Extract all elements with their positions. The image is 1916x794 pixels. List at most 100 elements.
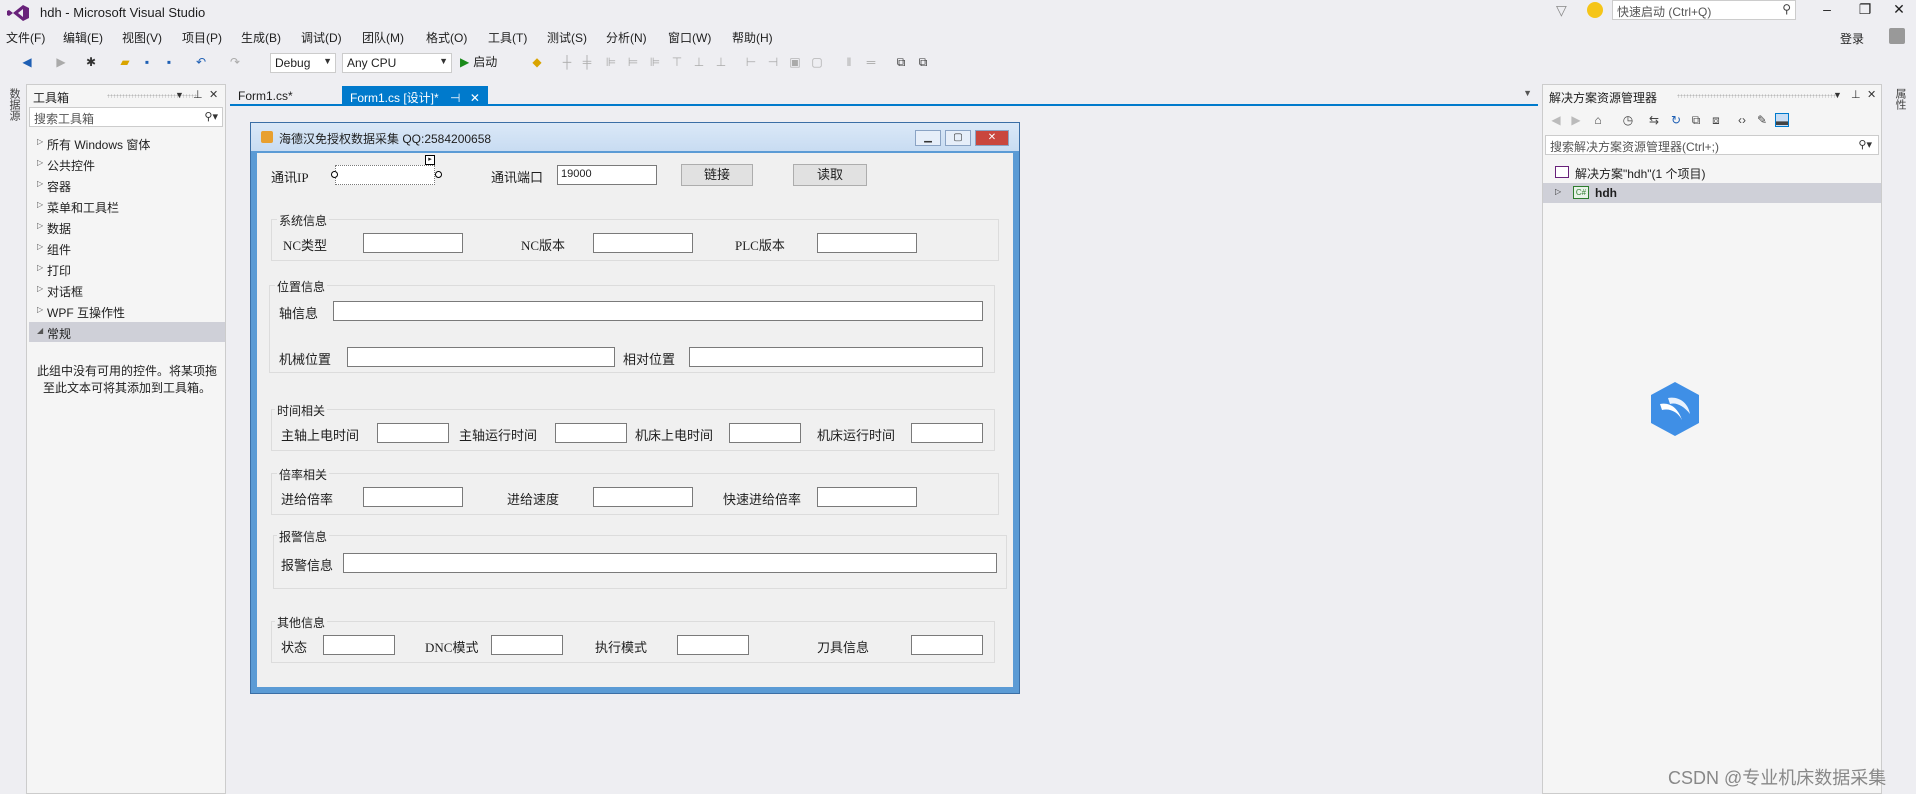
account-icon[interactable]	[1889, 28, 1905, 44]
chevron-down-icon[interactable]: ▼	[1523, 88, 1532, 98]
layout-icon[interactable]: ┼	[560, 55, 574, 69]
start-debugging-button[interactable]: ▶ 启动	[460, 53, 497, 70]
tab-form1-code[interactable]: Form1.cs*	[230, 86, 301, 106]
selection-handle[interactable]	[435, 171, 442, 178]
machine-power-time-input[interactable]	[729, 423, 801, 443]
comm-port-input[interactable]: 19000	[557, 165, 657, 185]
show-all-files-icon[interactable]: ⧈	[1709, 113, 1723, 127]
exec-mode-input[interactable]	[677, 635, 749, 655]
alarm-input[interactable]	[343, 553, 997, 573]
close-button[interactable]: ✕	[1884, 0, 1914, 20]
save-icon[interactable]: ▪	[140, 55, 154, 69]
data-sources-tab[interactable]: 数据源	[6, 88, 22, 121]
notifications-filter-icon[interactable]: ▽	[1556, 2, 1572, 18]
expand-triangle-icon[interactable]: ▷	[1555, 187, 1561, 196]
save-all-icon[interactable]: ▪	[162, 55, 176, 69]
back-icon[interactable]: ◀	[20, 55, 34, 69]
size-to-grid-icon[interactable]: ▣	[788, 55, 802, 69]
menu-format[interactable]: 格式(O)	[426, 29, 467, 46]
pin-icon[interactable]: ⊣	[450, 91, 460, 105]
align-bottom-icon[interactable]: ⊥	[714, 55, 728, 69]
menu-help[interactable]: 帮助(H)	[732, 29, 773, 46]
restore-button[interactable]: ❐	[1850, 0, 1880, 20]
layout-icon[interactable]: ╪	[580, 55, 594, 69]
properties-wrench-icon[interactable]: ✎	[1755, 113, 1769, 127]
menu-build[interactable]: 生成(B)	[241, 29, 281, 46]
close-icon[interactable]: ✕	[209, 88, 218, 101]
send-to-back-icon[interactable]: ⧉	[916, 55, 930, 69]
forward-icon[interactable]: ▶	[1569, 113, 1583, 127]
align-left-icon[interactable]: ⊫	[604, 55, 618, 69]
toolbox-group-common-controls[interactable]: ▷ 公共控件	[29, 154, 225, 174]
menu-file[interactable]: 文件(F)	[6, 29, 45, 46]
toolbox-search-input[interactable]: 搜索工具箱 ⚲▾	[29, 107, 223, 127]
read-button[interactable]: 读取	[793, 164, 867, 186]
machine-run-time-input[interactable]	[911, 423, 983, 443]
relative-pos-input[interactable]	[689, 347, 983, 367]
menu-project[interactable]: 项目(P)	[182, 29, 222, 46]
close-icon[interactable]: ✕	[1867, 88, 1876, 101]
make-same-width-icon[interactable]: ⊢	[744, 55, 758, 69]
pin-icon[interactable]: ⊥	[1851, 88, 1861, 101]
preview-icon[interactable]: ▬	[1775, 113, 1789, 128]
refresh-icon[interactable]: ↻	[1669, 113, 1683, 127]
nc-version-input[interactable]	[593, 233, 693, 253]
menu-tools[interactable]: 工具(T)	[488, 29, 527, 46]
pending-changes-icon[interactable]: ◷	[1621, 113, 1635, 127]
toolbox-group-components[interactable]: ▷ 组件	[29, 238, 225, 258]
align-center-icon[interactable]: ⊨	[626, 55, 640, 69]
chevron-down-icon[interactable]: ▼	[1833, 90, 1842, 100]
configuration-select[interactable]: Debug ▼	[270, 53, 336, 73]
form-maximize-button[interactable]: ▢	[945, 130, 971, 146]
form-minimize-button[interactable]: ▁	[915, 130, 941, 146]
project-node[interactable]: ▷ C# hdh	[1543, 183, 1881, 203]
close-icon[interactable]: ✕	[470, 91, 480, 105]
view-code-icon[interactable]: ‹›	[1735, 113, 1749, 127]
chevron-down-icon[interactable]: ▼	[175, 90, 184, 100]
toolbox-group-all-windows-forms[interactable]: ▷ 所有 Windows 窗体	[29, 133, 225, 153]
toolbox-group-general[interactable]: ◢ 常规	[29, 322, 225, 342]
form-close-button[interactable]: ✕	[975, 130, 1009, 146]
tool-info-input[interactable]	[911, 635, 983, 655]
sync-icon[interactable]: ⇆	[1647, 113, 1661, 127]
login-link[interactable]: 登录	[1840, 30, 1864, 47]
menu-debug[interactable]: 调试(D)	[301, 29, 342, 46]
smart-tag-arrow-icon[interactable]: ▸	[425, 155, 435, 165]
toolbox-group-data[interactable]: ▷ 数据	[29, 217, 225, 237]
comm-ip-input[interactable]	[335, 165, 435, 185]
solution-root-node[interactable]: 解决方案"hdh"(1 个项目)	[1575, 165, 1706, 182]
feed-speed-input[interactable]	[593, 487, 693, 507]
tab-form1-designer[interactable]: Form1.cs [设计]* ⊣ ✕	[342, 86, 488, 106]
machine-pos-input[interactable]	[347, 347, 615, 367]
status-input[interactable]	[323, 635, 395, 655]
dnc-mode-input[interactable]	[491, 635, 563, 655]
feedback-smile-icon[interactable]	[1587, 2, 1603, 18]
rapid-rate-input[interactable]	[817, 487, 917, 507]
toolbox-group-wpf-interop[interactable]: ▷ WPF 互操作性	[29, 301, 225, 321]
vertical-spacing-icon[interactable]: ═	[864, 55, 878, 69]
horizontal-spacing-icon[interactable]: ‖	[842, 55, 856, 69]
spindle-power-time-input[interactable]	[377, 423, 449, 443]
feed-rate-input[interactable]	[363, 487, 463, 507]
menu-test[interactable]: 测试(S)	[547, 29, 587, 46]
collapse-all-icon[interactable]: ⧉	[1689, 113, 1703, 127]
forward-icon[interactable]: ▶	[54, 55, 68, 69]
new-project-icon[interactable]: ✱	[84, 55, 98, 69]
axis-info-input[interactable]	[333, 301, 983, 321]
pin-icon[interactable]: ⊥	[193, 88, 203, 101]
connect-button[interactable]: 链接	[681, 164, 753, 186]
open-file-icon[interactable]: ▰	[118, 55, 132, 69]
toolbox-group-containers[interactable]: ▷ 容器	[29, 175, 225, 195]
align-right-icon[interactable]: ⊫	[648, 55, 662, 69]
make-same-size-icon[interactable]: ▢	[810, 55, 824, 69]
minimize-button[interactable]: –	[1812, 0, 1842, 20]
menu-edit[interactable]: 编辑(E)	[63, 29, 103, 46]
menu-window[interactable]: 窗口(W)	[668, 29, 711, 46]
align-top-icon[interactable]: ⊤	[670, 55, 684, 69]
align-middle-icon[interactable]: ⊥	[692, 55, 706, 69]
toolbox-group-dialogs[interactable]: ▷ 对话框	[29, 280, 225, 300]
menu-team[interactable]: 团队(M)	[362, 29, 404, 46]
nc-type-input[interactable]	[363, 233, 463, 253]
back-icon[interactable]: ◀	[1549, 113, 1563, 127]
spindle-run-time-input[interactable]	[555, 423, 627, 443]
